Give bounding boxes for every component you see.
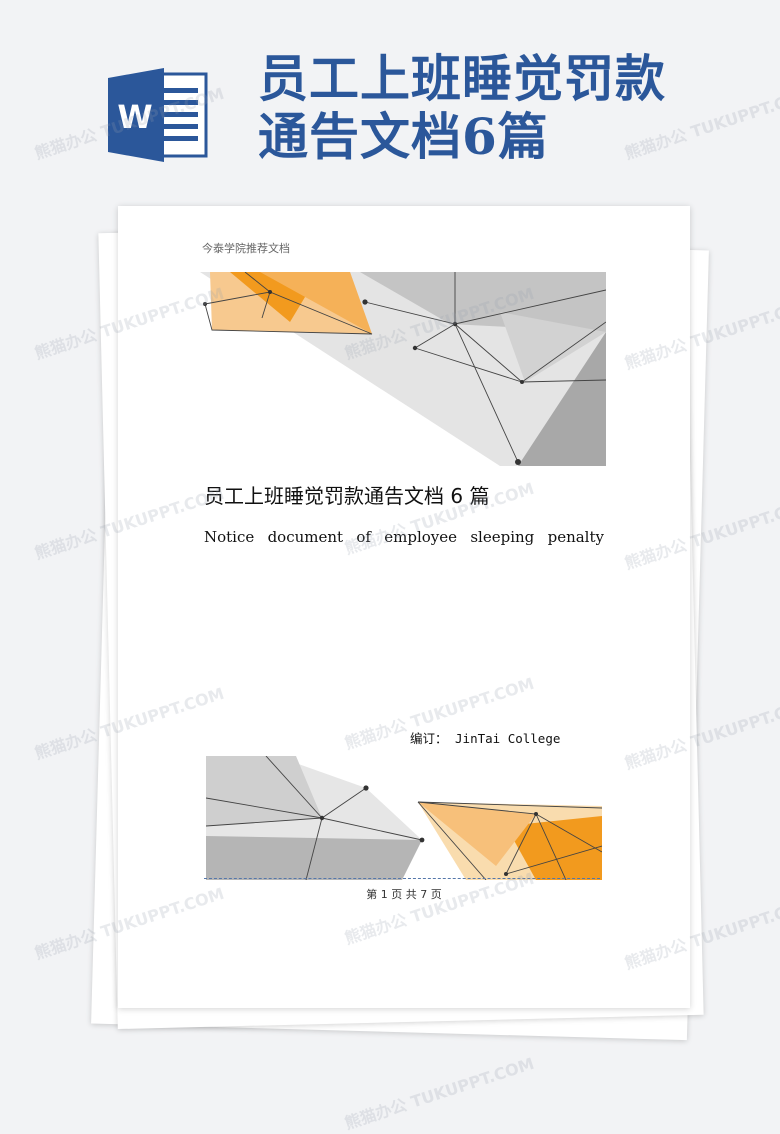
banner-title-line1: 员工上班睡觉罚款 (258, 49, 666, 108)
subtitle-word: sleeping (470, 528, 535, 546)
subtitle-word: Notice (204, 528, 255, 546)
geometric-art-top (200, 272, 606, 466)
subtitle-word: penalty (547, 528, 604, 546)
editor-credit: 编订： JinTai College (410, 731, 561, 746)
banner-title: 员工上班睡觉罚款 通告文档6篇 (258, 50, 758, 166)
document-title: 员工上班睡觉罚款通告文档 6 篇 (204, 484, 490, 508)
footer-divider (204, 878, 600, 879)
page-number: 第 1 页 共 7 页 (366, 888, 442, 901)
geometric-art-bottom (206, 756, 602, 880)
watermark: 熊猫办公 TUKUPPT.COM (342, 1053, 537, 1134)
subtitle-word: employee (384, 528, 458, 546)
banner-title-line2: 通告文档6篇 (258, 107, 549, 166)
word-icon-letter: W (117, 98, 152, 136)
document-subtitle: Notice document of employee sleeping pen… (204, 528, 604, 546)
subtitle-word: of (356, 528, 371, 546)
subtitle-word: document (267, 528, 344, 546)
document-page: 今泰学院推荐文档 员工上班睡觉罚款通告文档 6 篇 Notice documen… (118, 206, 690, 1008)
word-document-icon: W (108, 68, 208, 162)
school-header: 今泰学院推荐文档 (202, 242, 290, 255)
